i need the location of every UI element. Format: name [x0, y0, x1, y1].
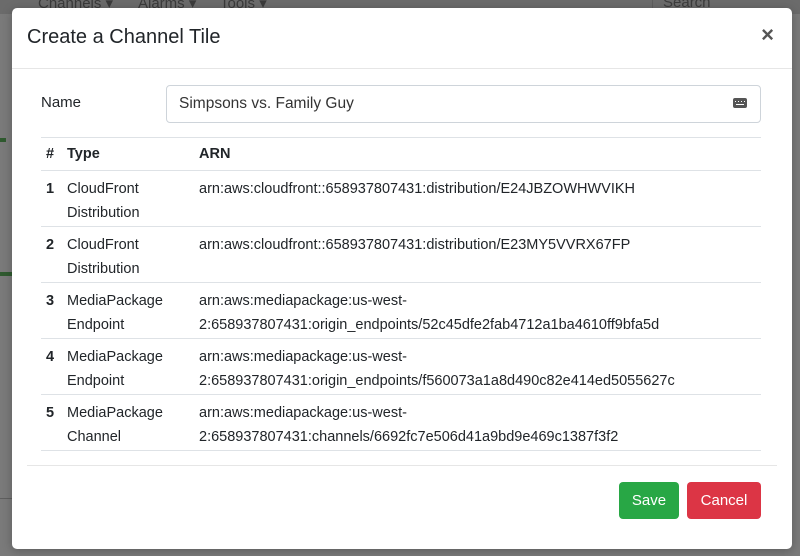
- background-mark: [0, 138, 6, 142]
- name-form-row: Name Simpsons vs. Family Guy: [41, 85, 761, 123]
- close-icon[interactable]: ×: [761, 24, 774, 46]
- name-input[interactable]: Simpsons vs. Family Guy: [166, 85, 761, 123]
- row-arn: arn:aws:mediapackage:us-west-2:658937807…: [194, 394, 761, 451]
- row-type: MediaPackage Endpoint: [62, 338, 194, 395]
- row-index: 3: [41, 282, 62, 339]
- table-row: 1 CloudFront Distribution arn:aws:cloudf…: [41, 170, 761, 227]
- table-row: 5 MediaPackage Channel arn:aws:mediapack…: [41, 394, 761, 451]
- column-header-index: #: [41, 137, 62, 171]
- cancel-button[interactable]: Cancel: [687, 482, 761, 519]
- column-header-arn: ARN: [194, 137, 761, 171]
- background-divider: [0, 498, 12, 499]
- table-row: 2 CloudFront Distribution arn:aws:cloudf…: [41, 226, 761, 283]
- column-header-type: Type: [62, 137, 194, 171]
- row-arn: arn:aws:cloudfront::658937807431:distrib…: [194, 226, 761, 283]
- save-button[interactable]: Save: [619, 482, 679, 519]
- row-type: MediaPackage Endpoint: [62, 282, 194, 339]
- row-index: 1: [41, 170, 62, 227]
- table-row: 3 MediaPackage Endpoint arn:aws:mediapac…: [41, 282, 761, 339]
- row-type: MediaPackage Channel: [62, 394, 194, 451]
- row-index: 2: [41, 226, 62, 283]
- row-arn: arn:aws:mediapackage:us-west-2:658937807…: [194, 338, 761, 395]
- row-type: CloudFront Distribution: [62, 170, 194, 227]
- table-row: 4 MediaPackage Endpoint arn:aws:mediapac…: [41, 338, 761, 395]
- modal-footer-divider: [27, 465, 777, 466]
- row-arn: arn:aws:mediapackage:us-west-2:658937807…: [194, 282, 761, 339]
- table-header-row: # Type ARN: [41, 137, 761, 171]
- row-index: 5: [41, 394, 62, 451]
- modal-header: Create a Channel Tile ×: [12, 8, 792, 69]
- name-input-value: Simpsons vs. Family Guy: [179, 95, 354, 112]
- row-arn: arn:aws:cloudfront::658937807431:distrib…: [194, 170, 761, 227]
- create-channel-tile-modal: Create a Channel Tile × Name Simpsons vs…: [12, 8, 792, 549]
- row-index: 4: [41, 338, 62, 395]
- keyboard-icon: [733, 98, 747, 108]
- resources-table: # Type ARN 1 CloudFront Distribution arn…: [41, 137, 761, 451]
- row-type: CloudFront Distribution: [62, 226, 194, 283]
- background-mark: [0, 272, 12, 276]
- name-label: Name: [41, 94, 82, 111]
- modal-title: Create a Channel Tile: [27, 26, 221, 48]
